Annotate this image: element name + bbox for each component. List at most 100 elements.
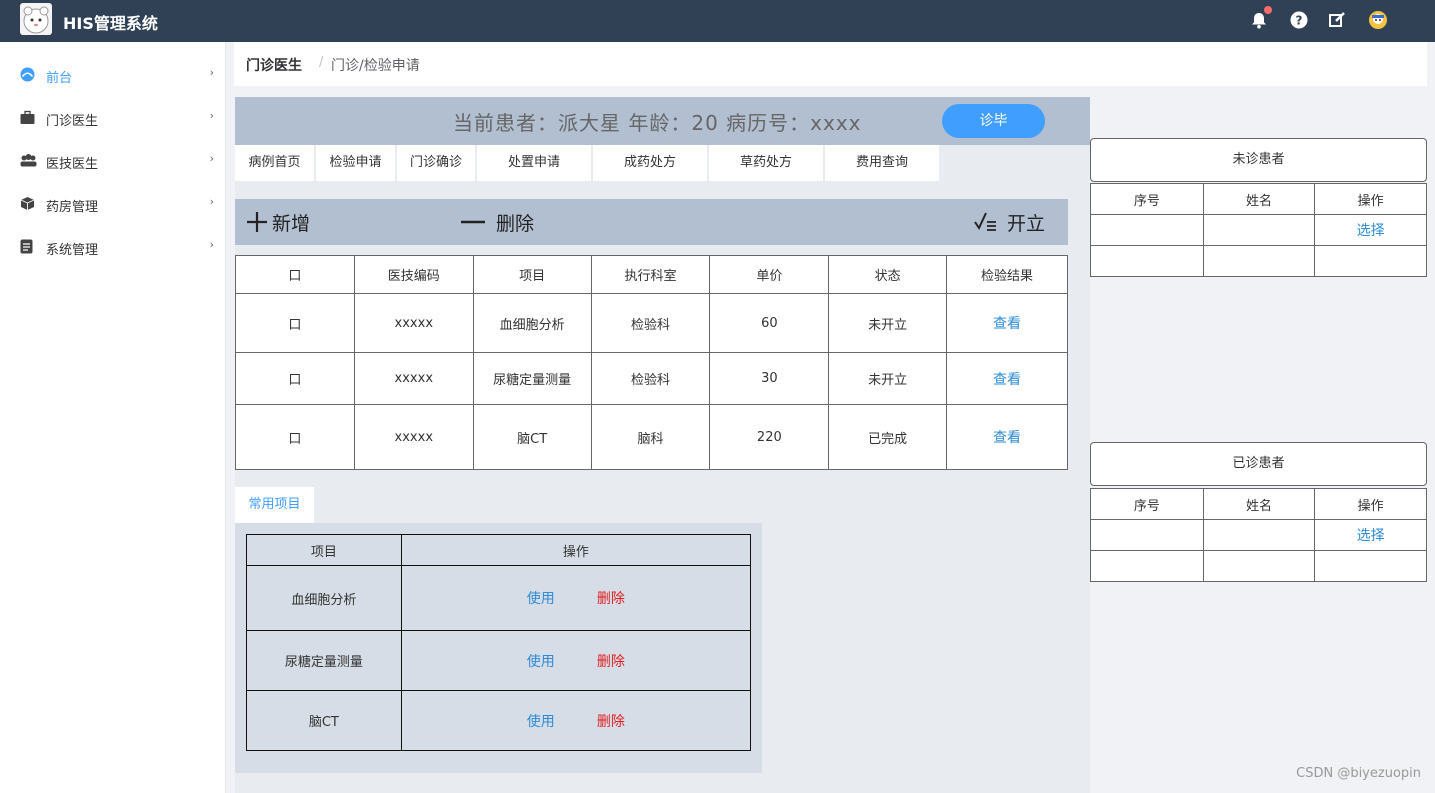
row-price: 220 xyxy=(709,404,830,470)
sidebar-item-label: 系统管理 xyxy=(46,243,99,258)
delete-link[interactable]: 删除 xyxy=(597,591,625,607)
sidebar-item-system[interactable]: 系统管理 › xyxy=(0,226,226,269)
edit-icon[interactable] xyxy=(1327,10,1347,30)
row-item: 脑CT xyxy=(472,404,592,470)
chevron-right-icon: › xyxy=(209,238,214,251)
exam-table: 口 医技编码 项目 执行科室 单价 状态 检验结果 口 xxxxx 血细胞分析 … xyxy=(235,255,1068,470)
row-item: 血细胞分析 xyxy=(472,293,592,353)
table-header-row: 口 医技编码 项目 执行科室 单价 状态 检验结果 xyxy=(235,255,1068,294)
use-link[interactable]: 使用 xyxy=(527,591,555,607)
view-result-link[interactable]: 查看 xyxy=(993,316,1021,332)
bell-icon[interactable] xyxy=(1249,6,1272,30)
tab-herbal-rx[interactable]: 草药处方 xyxy=(709,145,823,181)
header-action: 操作 xyxy=(400,534,752,566)
common-item-name: 血细胞分析 xyxy=(246,565,402,631)
row-action xyxy=(1314,550,1427,582)
delete-button[interactable]: 删除 xyxy=(460,207,534,237)
common-items-panel: 项目 操作 血细胞分析 使用 删除 尿糖定量测量 使用 删除 脑CT 使用 删除 xyxy=(235,523,762,773)
row-checkbox[interactable]: 口 xyxy=(235,352,355,405)
sidebar-item-outpatient-doctor[interactable]: 门诊医生 › xyxy=(0,97,226,140)
row-no xyxy=(1090,519,1204,551)
delete-label: 删除 xyxy=(496,212,535,235)
table-row: 口 xxxxx 血细胞分析 检验科 60 未开立 查看 xyxy=(235,293,1068,353)
view-result-link[interactable]: 查看 xyxy=(993,372,1021,388)
header-action: 操作 xyxy=(1314,488,1427,520)
done-patients-title: 已诊患者 xyxy=(1090,442,1427,486)
select-link[interactable]: 选择 xyxy=(1357,223,1385,239)
row-status: 未开立 xyxy=(828,352,948,405)
common-items-table: 项目 操作 血细胞分析 使用 删除 尿糖定量测量 使用 删除 脑CT 使用 删除 xyxy=(246,534,752,751)
row-dept: 检验科 xyxy=(590,352,711,405)
chevron-right-icon: › xyxy=(209,195,214,208)
use-link[interactable]: 使用 xyxy=(527,654,555,670)
table-header-row: 序号 姓名 操作 xyxy=(1090,183,1427,215)
row-price: 30 xyxy=(709,352,830,405)
tab-lab-request[interactable]: 检验申请 xyxy=(316,145,395,181)
notification-dot xyxy=(1264,6,1272,14)
table-row: 口 xxxxx 尿糖定量测量 检验科 30 未开立 查看 xyxy=(235,352,1068,405)
use-link[interactable]: 使用 xyxy=(527,714,555,730)
team-icon xyxy=(20,153,37,168)
row-checkbox[interactable]: 口 xyxy=(235,293,355,353)
header-name: 姓名 xyxy=(1202,488,1316,520)
header-no: 序号 xyxy=(1090,488,1204,520)
row-name xyxy=(1202,245,1316,277)
user-avatar[interactable] xyxy=(1368,10,1388,30)
row-no xyxy=(1090,550,1204,582)
chevron-right-icon: › xyxy=(209,66,214,79)
table-row: 选择 xyxy=(1090,519,1427,551)
done-patients-table: 序号 姓名 操作 选择 xyxy=(1090,488,1427,582)
row-status: 未开立 xyxy=(828,293,948,353)
delete-link[interactable]: 删除 xyxy=(597,714,625,730)
row-no xyxy=(1090,245,1204,277)
main-area: 门诊医生 / 门诊/检验申请 当前患者：派大星 年龄：20 病历号：xxxx 诊… xyxy=(226,42,1435,793)
header-item: 项目 xyxy=(246,534,402,566)
breadcrumb-section[interactable]: 门诊医生 xyxy=(246,55,302,75)
app-title: HIS管理系统 xyxy=(63,14,158,33)
tab-common-items[interactable]: 常用项目 xyxy=(235,487,314,523)
row-item: 尿糖定量测量 xyxy=(472,352,592,405)
sidebar: 前台 › 门诊医生 › 医技医生 › 药房管理 › 系统管理 › xyxy=(0,42,226,793)
header-select[interactable]: 口 xyxy=(235,255,355,294)
breadcrumb-current: 门诊/检验申请 xyxy=(331,58,420,74)
tab-fee-query[interactable]: 费用查询 xyxy=(825,145,939,181)
row-checkbox[interactable]: 口 xyxy=(235,404,355,470)
delete-link[interactable]: 删除 xyxy=(597,654,625,670)
sidebar-item-tech-doctor[interactable]: 医技医生 › xyxy=(0,140,226,183)
watermark-text: CSDN @biyezuopin xyxy=(1296,766,1421,781)
row-name xyxy=(1202,550,1316,582)
issue-button[interactable]: 开立 xyxy=(973,207,1045,237)
table-row: 选择 xyxy=(1090,214,1427,246)
patient-lists: 未诊患者 序号 姓名 操作 选择 已诊患者 序号 姓名 操作 选择 xyxy=(1090,97,1427,793)
view-result-link[interactable]: 查看 xyxy=(993,430,1021,446)
add-label: 新增 xyxy=(272,212,311,235)
row-code: xxxxx xyxy=(353,404,474,470)
box-icon xyxy=(20,196,35,211)
breadcrumb: 门诊医生 / 门诊/检验申请 xyxy=(234,42,1427,86)
tab-medicine-rx[interactable]: 成药处方 xyxy=(593,145,707,181)
document-icon xyxy=(20,239,35,254)
table-row xyxy=(1090,550,1427,582)
header-action: 操作 xyxy=(1314,183,1427,215)
row-code: xxxxx xyxy=(353,293,474,353)
tab-diagnosis[interactable]: 门诊确诊 xyxy=(397,145,475,181)
patient-info-bar: 当前患者：派大星 年龄：20 病历号：xxxx 诊毕 xyxy=(235,97,1090,145)
minus-icon xyxy=(460,211,486,233)
breadcrumb-separator: / xyxy=(319,55,324,70)
help-icon[interactable]: ? xyxy=(1289,10,1309,30)
tab-case-home[interactable]: 病例首页 xyxy=(235,145,314,181)
row-action xyxy=(1314,245,1427,277)
tab-treatment-request[interactable]: 处置申请 xyxy=(477,145,591,181)
sidebar-item-front-desk[interactable]: 前台 › xyxy=(0,54,226,97)
sidebar-item-pharmacy[interactable]: 药房管理 › xyxy=(0,183,226,226)
header-dept: 执行科室 xyxy=(590,255,711,294)
table-row xyxy=(1090,245,1427,277)
plus-icon xyxy=(246,211,268,233)
common-item-name: 脑CT xyxy=(246,690,402,751)
tab-bar: 病例首页 检验申请 门诊确诊 处置申请 成药处方 草药处方 费用查询 xyxy=(235,145,941,181)
common-item-name: 尿糖定量测量 xyxy=(246,630,402,691)
add-button[interactable]: 新增 xyxy=(246,207,310,237)
finish-visit-button[interactable]: 诊毕 xyxy=(942,104,1045,138)
select-link[interactable]: 选择 xyxy=(1357,528,1385,544)
row-name xyxy=(1202,214,1316,246)
